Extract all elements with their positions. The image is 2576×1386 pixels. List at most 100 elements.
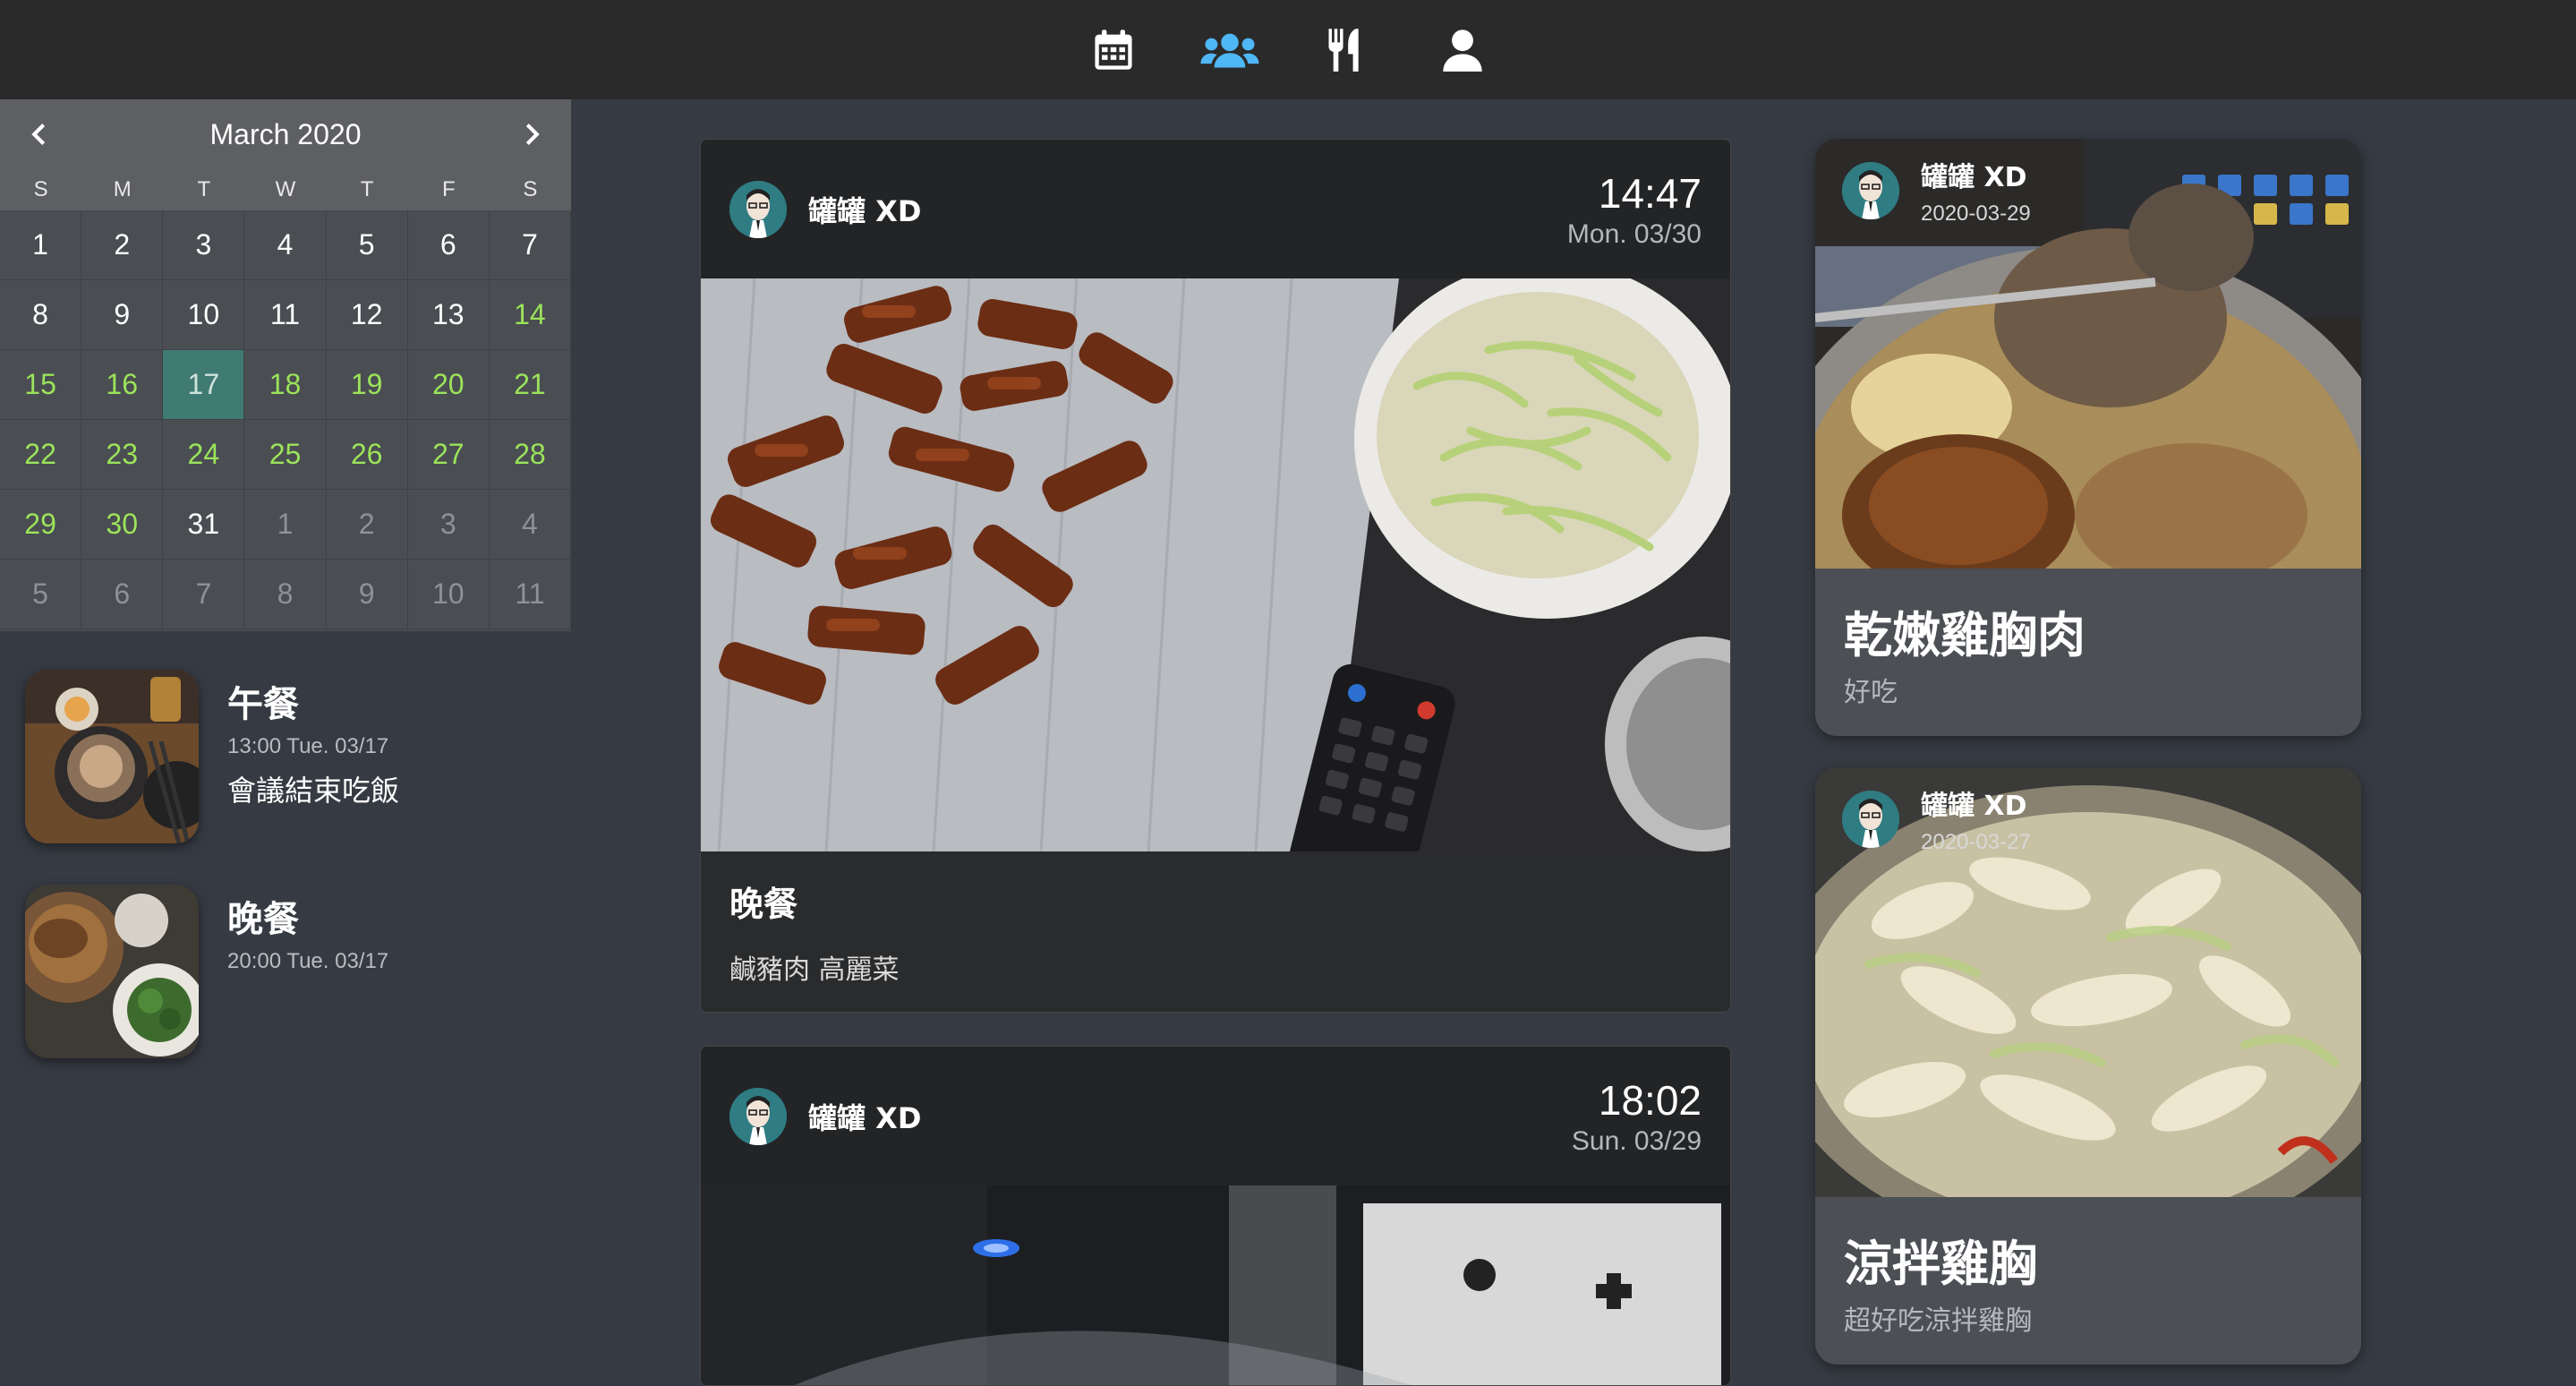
calendar-day[interactable]: 2 — [81, 210, 164, 280]
meal-thumbnail — [25, 885, 199, 1058]
post-header: 罐罐 XD 14:47 Mon. 03/30 — [701, 140, 1730, 278]
month-calendar: March 2020 SMTWTFS 1 2 3 4 5 6 7 8 9 10 11 12 13 14 15… — [0, 99, 571, 631]
meal-description: 會議結束吃飯 — [227, 774, 400, 808]
calendar-day[interactable]: 12 — [326, 280, 408, 350]
calendar-day[interactable]: 27 — [407, 420, 490, 490]
card-body: 涼拌雞胸 超好吃涼拌雞胸 — [1815, 1197, 2361, 1365]
calendar-day[interactable]: 29 — [0, 490, 82, 560]
avatar — [1842, 162, 1899, 219]
card-title: 乾嫩雞胸肉 — [1844, 607, 2086, 663]
post-photo[interactable] — [701, 278, 1730, 851]
prev-month-button[interactable] — [21, 116, 57, 152]
nav-calendar[interactable] — [1055, 0, 1172, 99]
weekday-label: S — [33, 177, 48, 201]
calendar-day[interactable]: 4 — [244, 210, 327, 280]
utensils-icon — [1328, 28, 1359, 72]
post-timestamp: 18:02 Sun. 03/29 — [1572, 1076, 1702, 1157]
calendar-day[interactable]: 4 — [489, 490, 571, 560]
calendar-day[interactable]: 6 — [81, 560, 164, 629]
calendar-day[interactable]: 19 — [326, 350, 408, 420]
card-user[interactable]: 罐罐 XD 2020-03-29 — [1842, 155, 2031, 227]
calendar-day[interactable]: 2 — [326, 490, 408, 560]
calendar-day[interactable]: 31 — [163, 490, 245, 560]
calendar-day[interactable]: 5 — [326, 210, 408, 280]
calendar-header: March 2020 — [0, 99, 571, 169]
nav-profile[interactable] — [1404, 0, 1521, 99]
calendar-day[interactable]: 6 — [407, 210, 490, 280]
feed-post[interactable]: 罐罐 XD 14:47 Mon. 03/30 晚餐 鹹豬肉 高麗菜 — [700, 139, 1731, 1013]
post-photo[interactable] — [701, 1185, 1730, 1385]
calendar-day[interactable]: 3 — [407, 490, 490, 560]
calendar-day[interactable]: 8 — [244, 560, 327, 629]
calendar-day[interactable]: 24 — [163, 420, 245, 490]
calendar-day[interactable]: 8 — [0, 280, 82, 350]
calendar-title: March 2020 — [209, 117, 362, 150]
meal-title: 午餐 — [227, 684, 299, 725]
calendar-day[interactable]: 26 — [326, 420, 408, 490]
nav-meals[interactable] — [1288, 0, 1404, 99]
weekday-label: W — [275, 177, 296, 201]
calendar-day[interactable]: 30 — [81, 490, 164, 560]
calendar-day-selected[interactable]: 17 — [163, 350, 245, 420]
meal-title: 晚餐 — [227, 899, 299, 940]
calendar-day[interactable]: 14 — [489, 280, 571, 350]
calendar-day[interactable]: 3 — [163, 210, 245, 280]
weekday-label: T — [197, 177, 211, 201]
avatar — [729, 1087, 787, 1145]
post-user[interactable]: 罐罐 XD — [729, 1087, 921, 1145]
calendar-day[interactable]: 7 — [163, 560, 245, 629]
calendar-day[interactable]: 25 — [244, 420, 327, 490]
day-meal-list: 午餐 13:00 Tue. 03/17 會議結束吃飯 晚餐 20:00 Tue.… — [25, 670, 562, 1099]
calendar-day[interactable]: 21 — [489, 350, 571, 420]
calendar-day[interactable]: 9 — [326, 560, 408, 629]
meal-item-lunch[interactable]: 午餐 13:00 Tue. 03/17 會議結束吃飯 — [25, 670, 562, 843]
nav-friends[interactable] — [1172, 0, 1288, 99]
calendar-day[interactable]: 20 — [407, 350, 490, 420]
calendar-day[interactable]: 15 — [0, 350, 82, 420]
calendar-day[interactable]: 13 — [407, 280, 490, 350]
weekday-header: SMTWTFS — [0, 169, 571, 210]
calendar-day[interactable]: 11 — [489, 560, 571, 629]
calendar-day[interactable]: 5 — [0, 560, 82, 629]
card-user[interactable]: 罐罐 XD 2020-03-27 — [1842, 783, 2031, 855]
post-description: 鹹豬肉 高麗菜 — [729, 954, 900, 986]
chevron-right-icon — [525, 124, 540, 145]
weekday-label: M — [113, 177, 132, 201]
user-icon — [1443, 29, 1482, 72]
calendar-day[interactable]: 23 — [81, 420, 164, 490]
group-icon — [1200, 33, 1259, 67]
post-clock: 18:02 — [1598, 1076, 1702, 1124]
calendar-day[interactable]: 7 — [489, 210, 571, 280]
meal-item-dinner[interactable]: 晚餐 20:00 Tue. 03/17 — [25, 885, 562, 1058]
post-header: 罐罐 XD 18:02 Sun. 03/29 — [701, 1047, 1730, 1185]
chevron-left-icon — [31, 124, 46, 145]
calendar-day[interactable]: 1 — [0, 210, 82, 280]
calendar-day[interactable]: 22 — [0, 420, 82, 490]
post-clock: 14:47 — [1598, 169, 1702, 217]
calendar-day[interactable]: 28 — [489, 420, 571, 490]
next-month-button[interactable] — [514, 116, 550, 152]
top-nav-bar — [0, 0, 2576, 99]
card-title: 涼拌雞胸 — [1844, 1236, 2037, 1292]
post-user[interactable]: 罐罐 XD — [729, 180, 921, 238]
weekday-label: T — [360, 177, 374, 201]
shared-meal-card[interactable]: 罐罐 XD 2020-03-27 涼拌雞胸 超好吃涼拌雞胸 — [1815, 767, 2361, 1365]
meal-thumbnail — [25, 670, 199, 843]
card-photo: 罐罐 XD 2020-03-29 — [1815, 139, 2361, 569]
calendar-day[interactable]: 10 — [407, 560, 490, 629]
feed-post[interactable]: 罐罐 XD 18:02 Sun. 03/29 — [700, 1046, 1731, 1386]
post-body: 晚餐 鹹豬肉 高麗菜 — [701, 851, 1730, 1012]
calendar-day[interactable]: 16 — [81, 350, 164, 420]
card-photo: 罐罐 XD 2020-03-27 — [1815, 767, 2361, 1197]
shared-meal-card[interactable]: 罐罐 XD 2020-03-29 乾嫩雞胸肉 好吃 — [1815, 139, 2361, 736]
calendar-day[interactable]: 9 — [81, 280, 164, 350]
card-description: 好吃 — [1844, 677, 1898, 708]
post-date: Sun. 03/29 — [1571, 1125, 1702, 1156]
calendar-day[interactable]: 11 — [244, 280, 327, 350]
avatar — [1842, 791, 1899, 848]
weekday-label: S — [523, 177, 538, 201]
calendar-day[interactable]: 1 — [244, 490, 327, 560]
calendar-day[interactable]: 18 — [244, 350, 327, 420]
calendar-day[interactable]: 10 — [163, 280, 245, 350]
card-date: 2020-03-29 — [1921, 201, 2031, 226]
